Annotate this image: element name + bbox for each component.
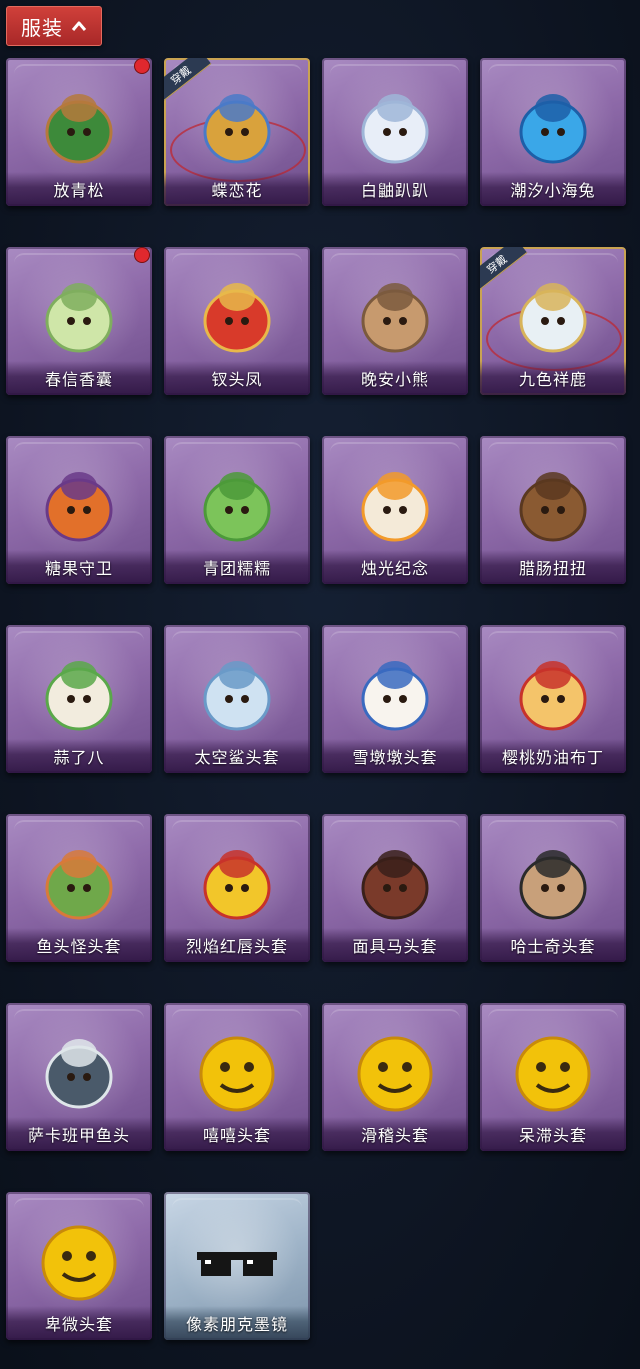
chevron-up-icon xyxy=(71,21,87,31)
costume-card[interactable]: 青团糯糯 xyxy=(164,436,310,584)
costume-card[interactable]: 钗头凤 xyxy=(164,247,310,395)
green-sachet-icon xyxy=(45,283,113,353)
candle-icon xyxy=(361,472,429,542)
dazed-emoji-mask-icon xyxy=(515,1036,591,1112)
costume-card[interactable]: 萨卡班甲鱼头 xyxy=(6,1003,152,1151)
grinning-emoji-mask-icon xyxy=(199,1036,275,1112)
pumpkin-scarecrow-icon xyxy=(45,472,113,542)
teddy-bear-charm-icon xyxy=(361,283,429,353)
costume-card[interactable]: 像素朋克墨镜 xyxy=(164,1192,310,1340)
costume-name: 樱桃奶油布丁 xyxy=(480,739,626,773)
category-label: 服装 xyxy=(21,15,63,40)
costume-name: 嘻嘻头套 xyxy=(164,1117,310,1151)
costume-name: 蝶恋花 xyxy=(164,172,310,206)
costume-grid: 放青松 蝶恋花 穿戴 白鼬趴趴 潮汐小海兔 春信香囊 钗头凤 晚安小熊 九色祥鹿穿… xyxy=(6,58,626,1340)
costume-name: 烈焰红唇头套 xyxy=(164,928,310,962)
costume-name: 蒜了八 xyxy=(6,739,152,773)
costume-card[interactable]: 呆滞头套 xyxy=(480,1003,626,1151)
costume-name: 哈士奇头套 xyxy=(480,928,626,962)
butterfly-bell-ornament-icon xyxy=(203,94,271,164)
costume-card[interactable]: 烈焰红唇头套 xyxy=(164,814,310,962)
costume-name: 卑微头套 xyxy=(6,1306,152,1340)
green-dumpling-icon xyxy=(203,472,271,542)
husky-sunglasses-mask-icon xyxy=(519,850,587,920)
costume-name: 腊肠扭扭 xyxy=(480,550,626,584)
costume-card[interactable]: 蒜了八 xyxy=(6,625,152,773)
costume-name: 青团糯糯 xyxy=(164,550,310,584)
new-item-dot xyxy=(134,58,150,74)
funny-emoji-mask-icon xyxy=(357,1036,433,1112)
costume-name: 钗头凤 xyxy=(164,361,310,395)
pine-bonsai-icon xyxy=(45,94,113,164)
costume-card[interactable]: 卑微头套 xyxy=(6,1192,152,1340)
costume-name: 九色祥鹿 xyxy=(480,361,626,395)
humble-emoji-mask-icon xyxy=(41,1225,117,1301)
costume-card[interactable]: 晚安小熊 xyxy=(322,247,468,395)
costume-card[interactable]: 春信香囊 xyxy=(6,247,152,395)
costume-card[interactable]: 烛光纪念 xyxy=(322,436,468,584)
costume-card[interactable]: 樱桃奶油布丁 xyxy=(480,625,626,773)
costume-name: 萨卡班甲鱼头 xyxy=(6,1117,152,1151)
wardrobe-page: 服装 放青松 蝶恋花 穿戴 白鼬趴趴 潮汐小海兔 春信香囊 钗头凤 晚安小熊 九色… xyxy=(0,0,640,1369)
costume-name: 烛光纪念 xyxy=(322,550,468,584)
blue-sea-bunny-icon xyxy=(519,94,587,164)
costume-name: 鱼头怪头套 xyxy=(6,928,152,962)
snowman-reindeer-mask-icon xyxy=(361,661,429,731)
costume-name: 雪墩墩头套 xyxy=(322,739,468,773)
costume-card[interactable]: 蝶恋花 穿戴 xyxy=(164,58,310,206)
sacabambaspis-head-icon xyxy=(45,1039,113,1109)
costume-category-toggle[interactable]: 服装 xyxy=(6,6,102,46)
fish-head-mask-icon xyxy=(45,850,113,920)
costume-name: 春信香囊 xyxy=(6,361,152,395)
white-ferret-icon xyxy=(361,94,429,164)
cherry-pudding-icon xyxy=(519,661,587,731)
costume-name: 晚安小熊 xyxy=(322,361,468,395)
costume-card[interactable]: 九色祥鹿 穿戴 xyxy=(480,247,626,395)
costume-name: 滑稽头套 xyxy=(322,1117,468,1151)
costume-card[interactable]: 腊肠扭扭 xyxy=(480,436,626,584)
costume-card[interactable]: 太空鲨头套 xyxy=(164,625,310,773)
costume-card[interactable]: 哈士奇头套 xyxy=(480,814,626,962)
costume-card[interactable]: 面具马头套 xyxy=(322,814,468,962)
auspicious-deer-icon xyxy=(519,283,587,353)
costume-name: 面具马头套 xyxy=(322,928,468,962)
garlic-head-icon xyxy=(45,661,113,731)
costume-card[interactable]: 雪墩墩头套 xyxy=(322,625,468,773)
costume-name: 像素朋克墨镜 xyxy=(164,1306,310,1340)
new-item-dot xyxy=(134,247,150,263)
costume-name: 白鼬趴趴 xyxy=(322,172,468,206)
yellow-lips-sunglasses-mask-icon xyxy=(203,850,271,920)
pixel-sunglasses-icon xyxy=(197,1252,277,1276)
costume-card[interactable]: 滑稽头套 xyxy=(322,1003,468,1151)
costume-card[interactable]: 潮汐小海兔 xyxy=(480,58,626,206)
horse-mask-icon xyxy=(361,850,429,920)
costume-card[interactable]: 白鼬趴趴 xyxy=(322,58,468,206)
costume-name: 放青松 xyxy=(6,172,152,206)
costume-name: 潮汐小海兔 xyxy=(480,172,626,206)
dachshund-head-icon xyxy=(519,472,587,542)
costume-card[interactable]: 糖果守卫 xyxy=(6,436,152,584)
costume-card[interactable]: 嘻嘻头套 xyxy=(164,1003,310,1151)
costume-card[interactable]: 鱼头怪头套 xyxy=(6,814,152,962)
costume-name: 糖果守卫 xyxy=(6,550,152,584)
costume-name: 呆滞头套 xyxy=(480,1117,626,1151)
phoenix-crown-doll-icon xyxy=(203,283,271,353)
costume-name: 太空鲨头套 xyxy=(164,739,310,773)
costume-card[interactable]: 放青松 xyxy=(6,58,152,206)
space-shark-mask-icon xyxy=(203,661,271,731)
